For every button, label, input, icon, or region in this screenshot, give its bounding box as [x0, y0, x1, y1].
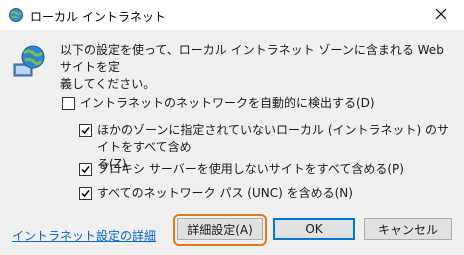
option-bypass-proxy[interactable]: プロキシ サーバーを使用しないサイトをすべて含める(P): [79, 161, 404, 178]
network-globe-icon: [12, 44, 46, 78]
advanced-button[interactable]: 詳細設定(A): [177, 218, 263, 240]
window-title: ローカル イントラネット: [30, 10, 166, 24]
option-unc-paths[interactable]: すべてのネットワーク パス (UNC) を含める(N): [79, 185, 353, 202]
title-bar: ローカル イントラネット: [0, 0, 464, 30]
ok-button[interactable]: OK: [273, 218, 355, 240]
globe-network-icon: [8, 7, 24, 23]
option-auto-detect[interactable]: イントラネットのネットワークを自動的に検出する(D): [62, 95, 375, 112]
description: 以下の設定を使って、ローカル イントラネット ゾーンに含まれる Web サイトを…: [60, 43, 444, 91]
checkbox-auto-detect[interactable]: [62, 97, 75, 110]
checkbox-bypass-proxy[interactable]: [79, 163, 92, 176]
intranet-settings-help-link[interactable]: イントラネット設定の詳細: [12, 227, 156, 244]
dialog-body: 以下の設定を使って、ローカル イントラネット ゾーンに含まれる Web サイトを…: [0, 30, 464, 255]
close-icon: [435, 8, 447, 23]
cancel-button[interactable]: キャンセル: [364, 218, 452, 240]
close-button[interactable]: [418, 0, 464, 30]
checkbox-include-local-sites[interactable]: [79, 124, 92, 137]
checkbox-unc-paths[interactable]: [79, 187, 92, 200]
